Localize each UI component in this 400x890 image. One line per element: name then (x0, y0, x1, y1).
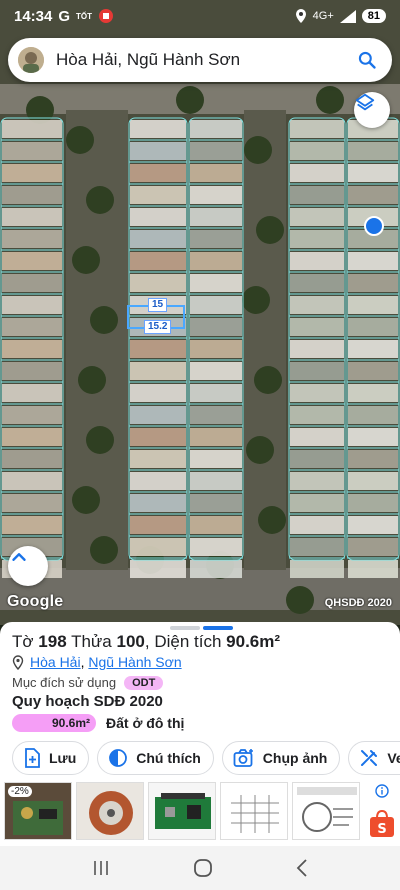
dimension-label-bottom: 15.2 (144, 320, 172, 334)
satellite-map[interactable]: 15 15.2 Google QHSDĐ 2020 (0, 0, 400, 625)
sheet-handle[interactable] (170, 626, 233, 630)
parcel-title: Tờ 198 Thửa 100, Diện tích 90.6m² (12, 632, 281, 651)
status-bar: 14:34 G TỐT 4G+ 81 (0, 0, 400, 32)
dimension-label-top: 15 (148, 298, 168, 312)
ad-banner[interactable]: -2% S (0, 782, 400, 844)
discount-badge: -2% (8, 786, 32, 797)
location-pin-icon (12, 654, 24, 670)
avatar[interactable] (18, 47, 44, 73)
district-link[interactable]: Ngũ Hành Sơn (88, 654, 181, 670)
action-row: Lưu Chú thích Chụp ảnh Ve (12, 741, 400, 775)
layers-button[interactable] (354, 92, 390, 128)
layers-icon (355, 93, 375, 111)
camera-icon (233, 749, 253, 767)
status-time: 14:34 (14, 7, 53, 25)
network-type: 4G+ (312, 10, 334, 22)
google-attribution: Google (7, 593, 64, 610)
ad-item-1[interactable]: -2% (4, 782, 72, 840)
my-location-button[interactable] (8, 546, 48, 586)
parcel-info-sheet[interactable]: Tờ 198 Thửa 100, Diện tích 90.6m² Hòa Hả… (0, 622, 400, 846)
legend-button[interactable]: Chú thích (97, 741, 214, 775)
recents-icon[interactable] (91, 859, 111, 877)
ad-item-3[interactable] (148, 782, 216, 840)
draw-button[interactable]: Ve (348, 741, 400, 775)
purpose-label: Mục đích sử dụng (12, 675, 117, 690)
signal-icon (339, 9, 356, 23)
system-nav-bar (0, 846, 400, 890)
address-row: Hòa Hải, Ngũ Hành Sơn (12, 654, 182, 670)
map-imagery (0, 0, 400, 625)
save-icon (25, 748, 40, 768)
location-status-icon (295, 9, 306, 23)
google-icon: G (58, 7, 71, 25)
ward-link[interactable]: Hòa Hải (30, 654, 81, 670)
legend-icon (109, 749, 128, 767)
purpose-row: Mục đích sử dụng ODT (12, 675, 164, 690)
notification-icon (98, 8, 114, 24)
back-icon[interactable] (295, 858, 309, 878)
home-icon[interactable] (192, 857, 214, 879)
save-button[interactable]: Lưu (12, 741, 90, 775)
tot-icon: TỐT (76, 11, 93, 21)
ad-item-2[interactable] (76, 782, 144, 840)
info-icon[interactable] (375, 784, 389, 798)
plan-area-row: 90.6m² Đất ở đô thị (12, 714, 184, 732)
battery-level: 81 (361, 9, 386, 23)
take-photo-button[interactable]: Chụp ảnh (221, 741, 341, 775)
search-input[interactable]: Hòa Hải, Ngũ Hành Sơn (56, 50, 240, 70)
plan-area-bar: 90.6m² (12, 714, 96, 732)
ad-side: S (364, 782, 400, 840)
plan-use-label: Đất ở đô thị (106, 715, 185, 731)
search-icon[interactable] (354, 47, 380, 73)
draw-icon (361, 750, 378, 766)
shopee-icon[interactable]: S (369, 810, 395, 838)
search-bar[interactable]: Hòa Hải, Ngũ Hành Sơn (8, 38, 392, 82)
ad-item-5[interactable] (292, 782, 360, 840)
ad-item-4[interactable] (220, 782, 288, 840)
svg-text:S: S (377, 822, 386, 837)
plan-title: Quy hoạch SDĐ 2020 (12, 693, 163, 710)
chevron-up-icon (12, 553, 26, 561)
purpose-badge: ODT (124, 675, 164, 690)
overlay-label: QHSDĐ 2020 (324, 597, 392, 609)
